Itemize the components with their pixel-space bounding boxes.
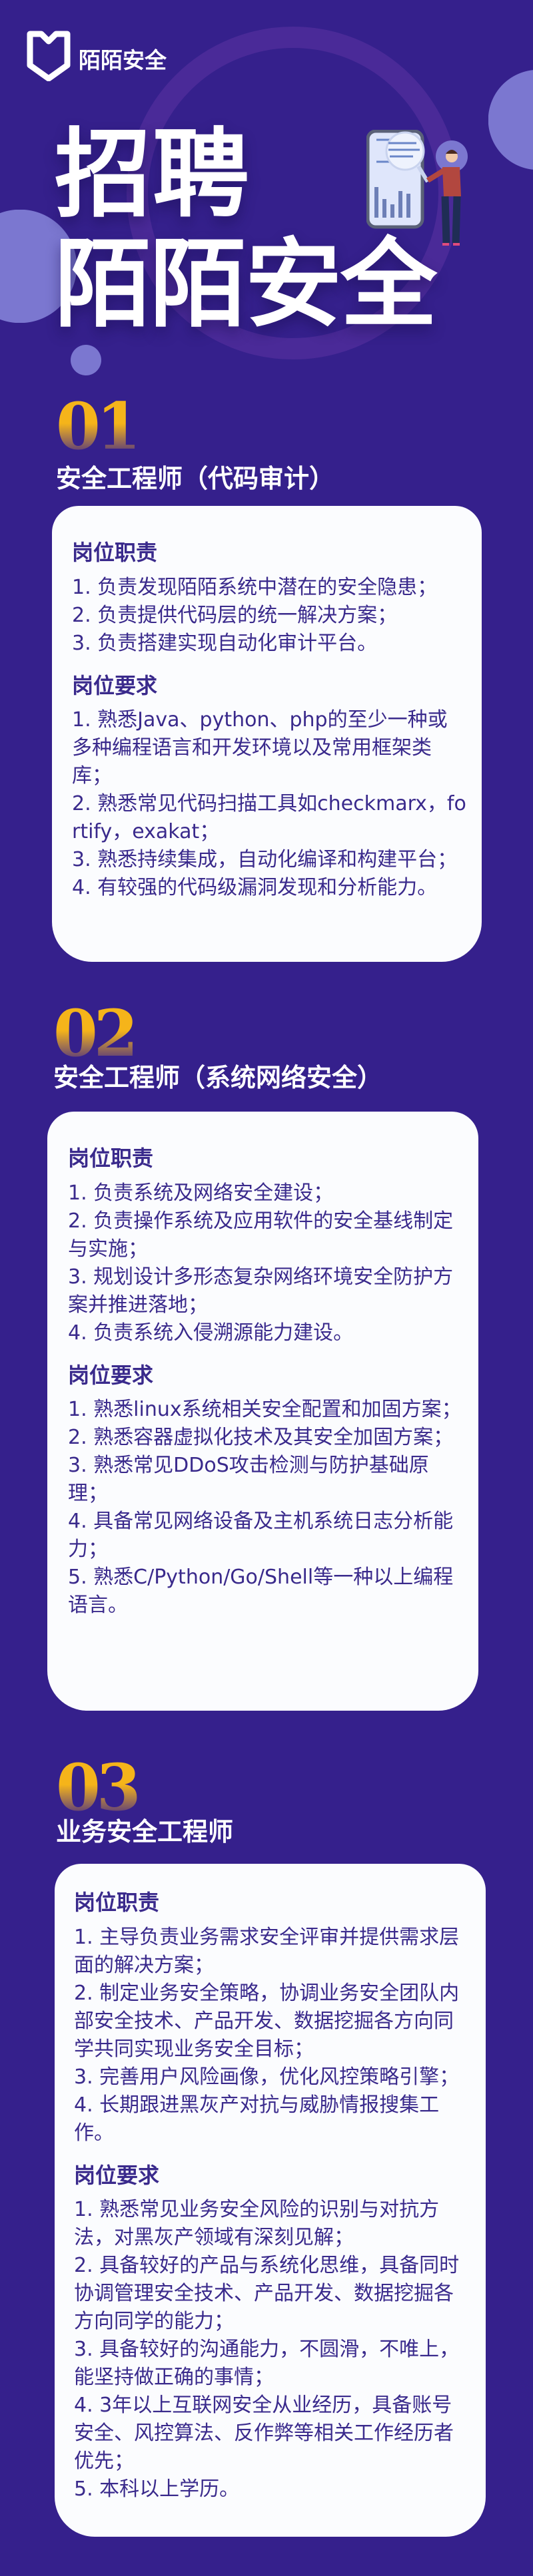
decor-circle bbox=[488, 70, 533, 170]
job-title: 安全工程师（系统网络安全） bbox=[53, 1063, 383, 1092]
job-number: 03 bbox=[56, 1750, 141, 1825]
requirement-item: 3. 熟悉常见DDoS攻击检测与防护基础原理； bbox=[68, 1454, 429, 1506]
requirement-item: 4. 具备常见网络设备及主机系统日志分析能力； bbox=[68, 1510, 454, 1562]
duty-item: 4. 长期跟进黑灰产对抗与威胁情报搜集工作。 bbox=[74, 2093, 440, 2145]
duties-heading: 岗位职责 bbox=[68, 1146, 154, 1171]
job-card: 岗位职责 1. 负责发现陌陌系统中潜在的安全隐患； 2. 负责提供代码层的统一解决方… bbox=[52, 506, 482, 962]
duties-section: 岗位职责 1. 负责系统及网络安全建设； 2. 负责操作系统及应用软件的安全基线制定… bbox=[68, 1145, 464, 1347]
requirement-item: 2. 具备较好的产品与系统化思维，具备同时协调管理安全技术、产品开发、数据挖掘各… bbox=[74, 2254, 460, 2334]
requirement-item: 2. 熟悉常见代码扫描工具如checkmarx，fortify，exakat； bbox=[72, 792, 466, 844]
shield-icon bbox=[27, 31, 71, 87]
hero-title-line1: 招聘 bbox=[55, 118, 251, 231]
job-title: 业务安全工程师 bbox=[56, 1817, 234, 1846]
duty-item: 1. 主导负责业务需求安全评审并提供需求层面的解决方案； bbox=[74, 1925, 460, 1977]
duty-item: 1. 负责系统及网络安全建设； bbox=[68, 1181, 334, 1205]
requirement-item: 4. 有较强的代码级漏洞发现和分析能力。 bbox=[72, 876, 438, 900]
brand-name: 陌陌安全 bbox=[79, 47, 167, 73]
duties-section: 岗位职责 1. 负责发现陌陌系统中潜在的安全隐患； 2. 负责提供代码层的统一解决方… bbox=[72, 539, 467, 658]
requirements-heading: 岗位要求 bbox=[74, 2162, 160, 2188]
duty-item: 3. 负责搭建实现自动化审计平台。 bbox=[72, 631, 378, 655]
requirements-heading: 岗位要求 bbox=[68, 1362, 154, 1388]
job-title: 安全工程师（代码审计） bbox=[56, 464, 335, 493]
duty-item: 3. 完善用户风险画像，优化风控策略引擎； bbox=[74, 2065, 460, 2089]
job-card: 岗位职责 1. 负责系统及网络安全建设； 2. 负责操作系统及应用软件的安全基线制定… bbox=[47, 1112, 478, 1711]
requirement-item: 1. 熟悉linux系统相关安全配置和加固方案； bbox=[68, 1398, 462, 1422]
requirements-heading: 岗位要求 bbox=[72, 672, 158, 698]
job-number: 01 bbox=[56, 389, 141, 464]
duty-item: 2. 负责操作系统及应用软件的安全基线制定与实施； bbox=[68, 1209, 454, 1261]
duty-item: 3. 规划设计多形态复杂网络环境安全防护方案并推进落地； bbox=[68, 1265, 454, 1317]
requirement-item: 3. 熟悉持续集成，自动化编译和构建平台； bbox=[72, 848, 458, 872]
duties-heading: 岗位职责 bbox=[74, 1890, 160, 1915]
brand-logo: 陌陌安全 bbox=[27, 31, 167, 87]
job-number: 02 bbox=[53, 996, 139, 1071]
requirement-item: 1. 熟悉常见业务安全风险的识别与对抗方法，对黑灰产领域有深刻见解； bbox=[74, 2198, 440, 2250]
duties-heading: 岗位职责 bbox=[72, 540, 158, 565]
requirement-item: 2. 熟悉容器虚拟化技术及其安全加固方案； bbox=[68, 1426, 454, 1450]
duty-item: 4. 负责系统入侵溯源能力建设。 bbox=[68, 1321, 354, 1345]
requirement-item: 1. 熟悉Java、python、php的至少一种或多种编程语言和开发环境以及常… bbox=[72, 708, 448, 788]
duty-item: 2. 制定业务安全策略，协调业务安全团队内部安全技术、产品开发、数据挖掘各方向同… bbox=[74, 1981, 460, 2061]
requirement-item: 4. 3年以上互联网安全从业经历，具备账号安全、风控算法、反作弊等相关工作经历者… bbox=[74, 2394, 454, 2473]
person-inspecting-report-icon bbox=[366, 129, 473, 252]
duty-item: 1. 负责发现陌陌系统中潜在的安全隐患； bbox=[72, 575, 438, 599]
requirements-section: 岗位要求 1. 熟悉Java、python、php的至少一种或多种编程语言和开发环… bbox=[72, 672, 467, 903]
duties-section: 岗位职责 1. 主导负责业务需求安全评审并提供需求层面的解决方案； 2. 制定业务安… bbox=[74, 1889, 471, 2147]
requirements-section: 岗位要求 1. 熟悉linux系统相关安全配置和加固方案； 2. 熟悉容器虚拟化技术… bbox=[68, 1362, 464, 1620]
requirements-section: 岗位要求 1. 熟悉常见业务安全风险的识别与对抗方法，对黑灰产领域有深刻见解； 2.… bbox=[74, 2162, 471, 2504]
requirement-item: 5. 本科以上学历。 bbox=[74, 2477, 240, 2501]
job-card: 岗位职责 1. 主导负责业务需求安全评审并提供需求层面的解决方案； 2. 制定业务安… bbox=[55, 1864, 486, 2537]
duty-item: 2. 负责提供代码层的统一解决方案； bbox=[72, 603, 398, 627]
decor-circle bbox=[71, 345, 101, 375]
requirement-item: 5. 熟悉C/Python/Go/Shell等一种以上编程语言。 bbox=[68, 1566, 454, 1617]
requirement-item: 3. 具备较好的沟通能力，不圆滑，不唯上，能坚持做正确的事情； bbox=[74, 2338, 460, 2390]
